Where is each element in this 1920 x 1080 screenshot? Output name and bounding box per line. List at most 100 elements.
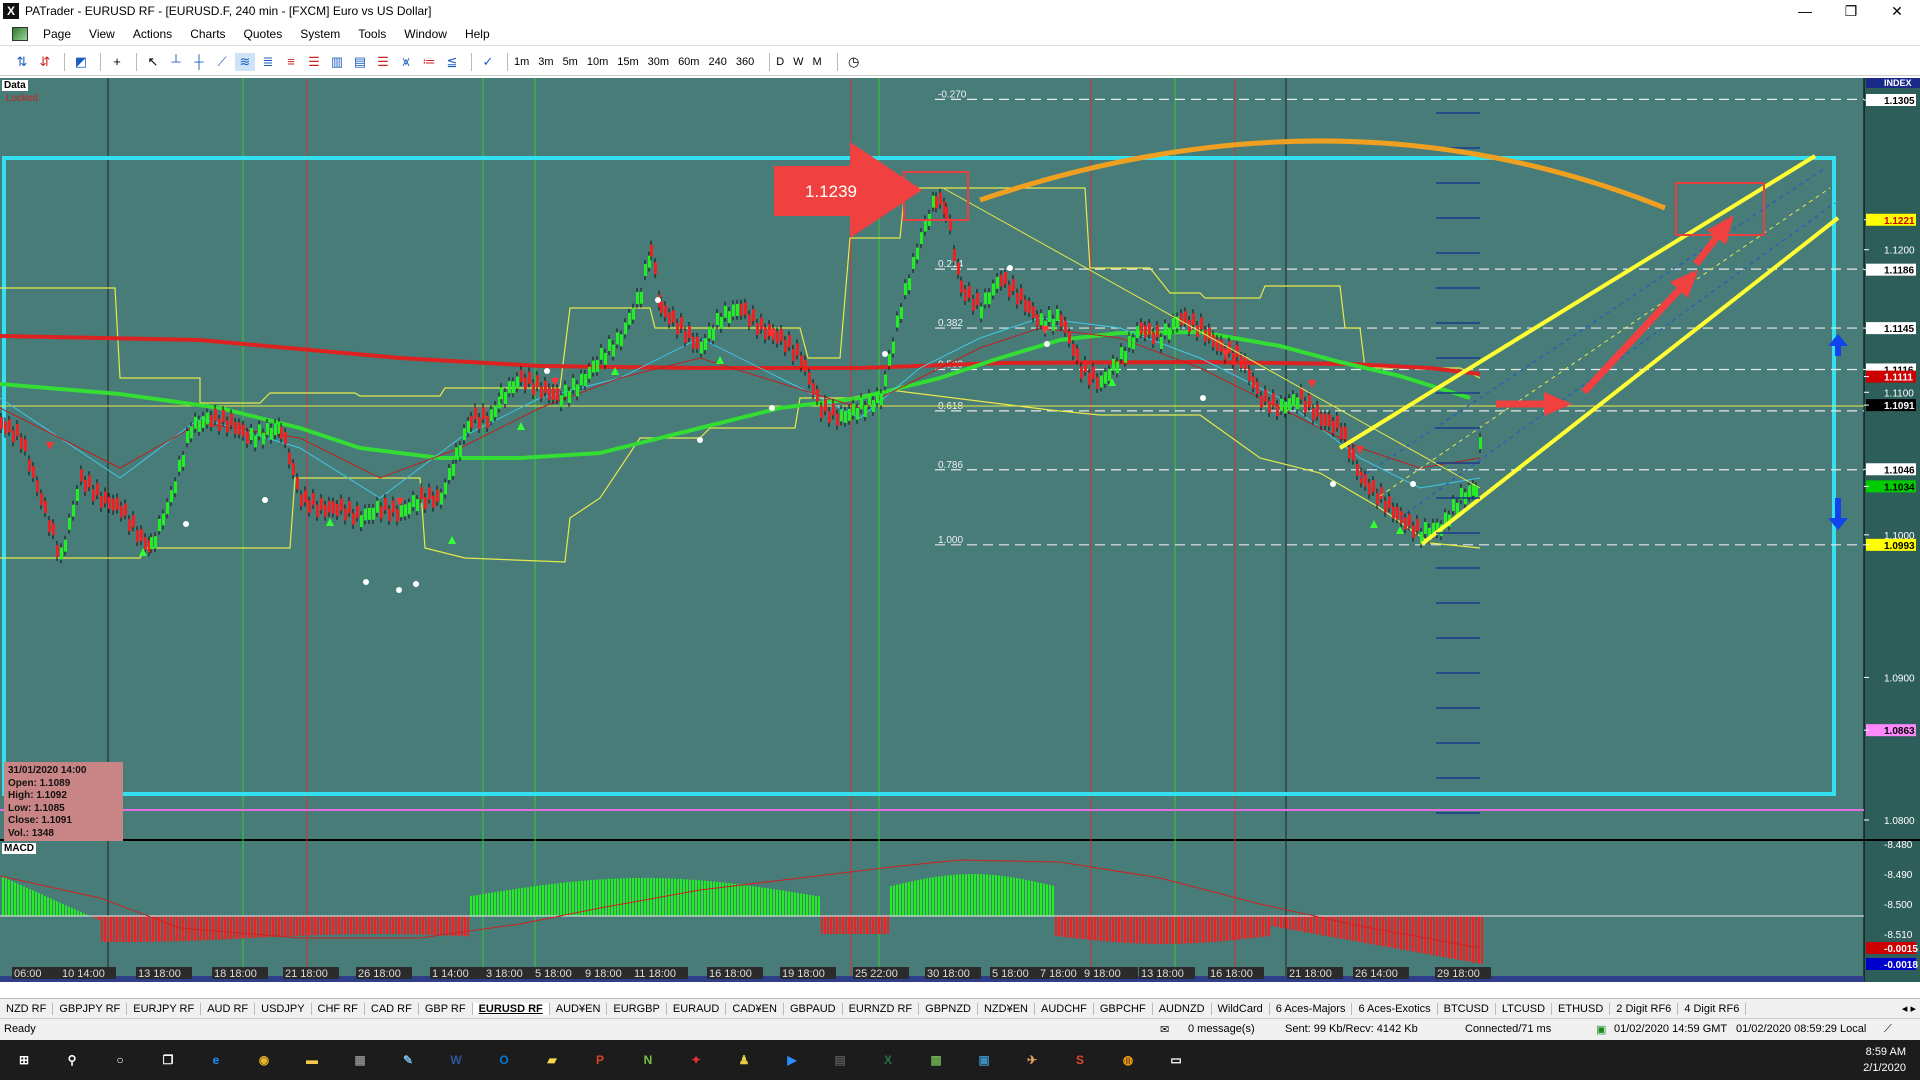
- bar-chart-icon[interactable]: ⇅: [12, 53, 32, 71]
- main-pane-background[interactable]: [0, 78, 1864, 840]
- taskbar-button[interactable]: ▩: [912, 1040, 960, 1080]
- maximize-button[interactable]: ❐: [1828, 0, 1874, 22]
- taskbar-button[interactable]: ⚲: [48, 1040, 96, 1080]
- symbol-tab[interactable]: EURJPY RF: [127, 1002, 202, 1015]
- menu-charts[interactable]: Charts: [181, 27, 234, 41]
- timeframe-30m[interactable]: 30m: [648, 56, 669, 68]
- rectangle-icon[interactable]: ▤: [350, 53, 370, 71]
- taskbar-button[interactable]: ✈: [1008, 1040, 1056, 1080]
- taskbar-button[interactable]: ▦: [336, 1040, 384, 1080]
- symbol-tab[interactable]: WildCard: [1212, 1002, 1270, 1015]
- symbol-tab[interactable]: CAD¥EN: [726, 1002, 784, 1015]
- taskbar-button[interactable]: ◉: [240, 1040, 288, 1080]
- message-icon[interactable]: ✉: [1160, 1023, 1169, 1036]
- status-messages[interactable]: 0 message(s): [1188, 1023, 1255, 1035]
- symbol-tab[interactable]: 6 Aces-Exotics: [1352, 1002, 1438, 1015]
- menu-tools[interactable]: Tools: [349, 27, 395, 41]
- price-chart[interactable]: -0.2700.2140.3820.5000.6180.7861.0001.12…: [0, 78, 1920, 982]
- symbol-tab[interactable]: 4 Digit RF6: [1678, 1002, 1747, 1015]
- pitchfork-icon[interactable]: ⩙: [396, 53, 416, 71]
- taskbar-button[interactable]: ▣: [960, 1040, 1008, 1080]
- pencil-icon[interactable]: ≦: [442, 53, 462, 71]
- minimize-button[interactable]: —: [1782, 0, 1828, 22]
- symbol-tab[interactable]: NZD¥EN: [978, 1002, 1035, 1015]
- grid-icon[interactable]: ▥: [327, 53, 347, 71]
- close-button[interactable]: ✕: [1874, 0, 1920, 22]
- menu-page[interactable]: Page: [34, 27, 80, 41]
- symbol-tab[interactable]: AUDNZD: [1153, 1002, 1212, 1015]
- taskbar-button[interactable]: ▬: [288, 1040, 336, 1080]
- timeframe-60m[interactable]: 60m: [678, 56, 699, 68]
- symbol-tab[interactable]: USDJPY: [255, 1002, 312, 1015]
- taskbar-button[interactable]: ▰: [528, 1040, 576, 1080]
- channel-icon[interactable]: ≋: [235, 52, 255, 71]
- timeframe-3m[interactable]: 3m: [538, 56, 553, 68]
- symbol-tab[interactable]: LTCUSD: [1496, 1002, 1553, 1015]
- symbol-tab[interactable]: GBPCHF: [1094, 1002, 1153, 1015]
- candle-chart-icon[interactable]: ⇵: [35, 53, 55, 71]
- taskbar-button[interactable]: O: [480, 1040, 528, 1080]
- fibonacci-icon[interactable]: ≣: [258, 53, 278, 71]
- taskbar-button[interactable]: S: [1056, 1040, 1104, 1080]
- price-chart-area[interactable]: -0.270 0.214 0.382 0.500 0.618 0.786 1.000 1.12…: [0, 78, 1920, 982]
- taskbar-button[interactable]: ◍: [1104, 1040, 1152, 1080]
- gann-icon[interactable]: ☰: [304, 53, 324, 71]
- taskbar-button[interactable]: ♟: [720, 1040, 768, 1080]
- timeframe-360[interactable]: 360: [736, 56, 754, 68]
- taskbar-button[interactable]: X: [864, 1040, 912, 1080]
- symbol-tab[interactable]: GBPAUD: [784, 1002, 843, 1015]
- symbol-tab[interactable]: GBPJPY RF: [53, 1002, 128, 1015]
- period-weekly[interactable]: W: [793, 56, 803, 68]
- pointer-icon[interactable]: ↖: [143, 53, 163, 71]
- menu-view[interactable]: View: [80, 27, 124, 41]
- symbol-tab[interactable]: EURUSD RF: [472, 1002, 550, 1015]
- timeframe-15m[interactable]: 15m: [617, 56, 638, 68]
- taskbar-button[interactable]: W: [432, 1040, 480, 1080]
- symbol-tab[interactable]: EURGBP: [607, 1002, 667, 1015]
- period-daily[interactable]: D: [776, 56, 784, 68]
- taskbar-button[interactable]: ▭: [1152, 1040, 1200, 1080]
- menu-quotes[interactable]: Quotes: [235, 27, 292, 41]
- taskbar-button[interactable]: P: [576, 1040, 624, 1080]
- timeframe-10m[interactable]: 10m: [587, 56, 608, 68]
- horizontal-line-icon[interactable]: ┴: [166, 53, 186, 71]
- symbol-tab[interactable]: 6 Aces-Majors: [1270, 1002, 1353, 1015]
- symbol-tab[interactable]: AUD¥EN: [550, 1002, 608, 1015]
- symbol-tab[interactable]: NZD RF: [0, 1002, 54, 1015]
- symbol-tab[interactable]: EURNZD RF: [843, 1002, 920, 1015]
- symbol-tab[interactable]: CHF RF: [312, 1002, 365, 1015]
- taskbar-button[interactable]: ⊞: [0, 1040, 48, 1080]
- symbol-tab[interactable]: CAD RF: [365, 1002, 419, 1015]
- crosshair-icon[interactable]: +: [107, 53, 127, 71]
- timeframe-1m[interactable]: 1m: [514, 56, 529, 68]
- timeframe-5m[interactable]: 5m: [563, 56, 578, 68]
- arrow-icon[interactable]: ≔: [419, 53, 439, 71]
- taskbar-button[interactable]: ○: [96, 1040, 144, 1080]
- menu-system[interactable]: System: [291, 27, 349, 41]
- taskbar-button[interactable]: ✦: [672, 1040, 720, 1080]
- menu-help[interactable]: Help: [456, 27, 499, 41]
- clock-icon[interactable]: ◷: [844, 53, 864, 71]
- symbol-tab[interactable]: EURAUD: [667, 1002, 727, 1015]
- symbol-tab[interactable]: 2 Digit RF6: [1610, 1002, 1679, 1015]
- symbol-tab[interactable]: AUDCHF: [1035, 1002, 1094, 1015]
- taskbar-button[interactable]: ❐: [144, 1040, 192, 1080]
- taskbar-clock[interactable]: 8:59 AM 2/1/2020: [1863, 1044, 1906, 1076]
- taskbar-button[interactable]: ▶: [768, 1040, 816, 1080]
- page-menu-icon[interactable]: [12, 26, 28, 41]
- symbol-tab[interactable]: GBP RF: [419, 1002, 473, 1015]
- period-monthly[interactable]: M: [813, 56, 822, 68]
- menu-actions[interactable]: Actions: [124, 27, 181, 41]
- taskbar-button[interactable]: N: [624, 1040, 672, 1080]
- vertical-line-icon[interactable]: ┼: [189, 53, 209, 71]
- symbol-tab[interactable]: GBPNZD: [919, 1002, 978, 1015]
- taskbar-button[interactable]: ▤: [816, 1040, 864, 1080]
- fib-extension-icon[interactable]: ≡: [281, 53, 301, 71]
- menu-window[interactable]: Window: [395, 27, 456, 41]
- text-icon[interactable]: ☰: [373, 53, 393, 71]
- trend-line-icon[interactable]: ⟋: [212, 53, 232, 71]
- draw-icon[interactable]: ✓: [478, 53, 498, 71]
- tab-scroll-arrows[interactable]: ◂ ▸: [1902, 1002, 1916, 1015]
- taskbar-button[interactable]: ✎: [384, 1040, 432, 1080]
- symbol-tab[interactable]: AUD RF: [201, 1002, 256, 1015]
